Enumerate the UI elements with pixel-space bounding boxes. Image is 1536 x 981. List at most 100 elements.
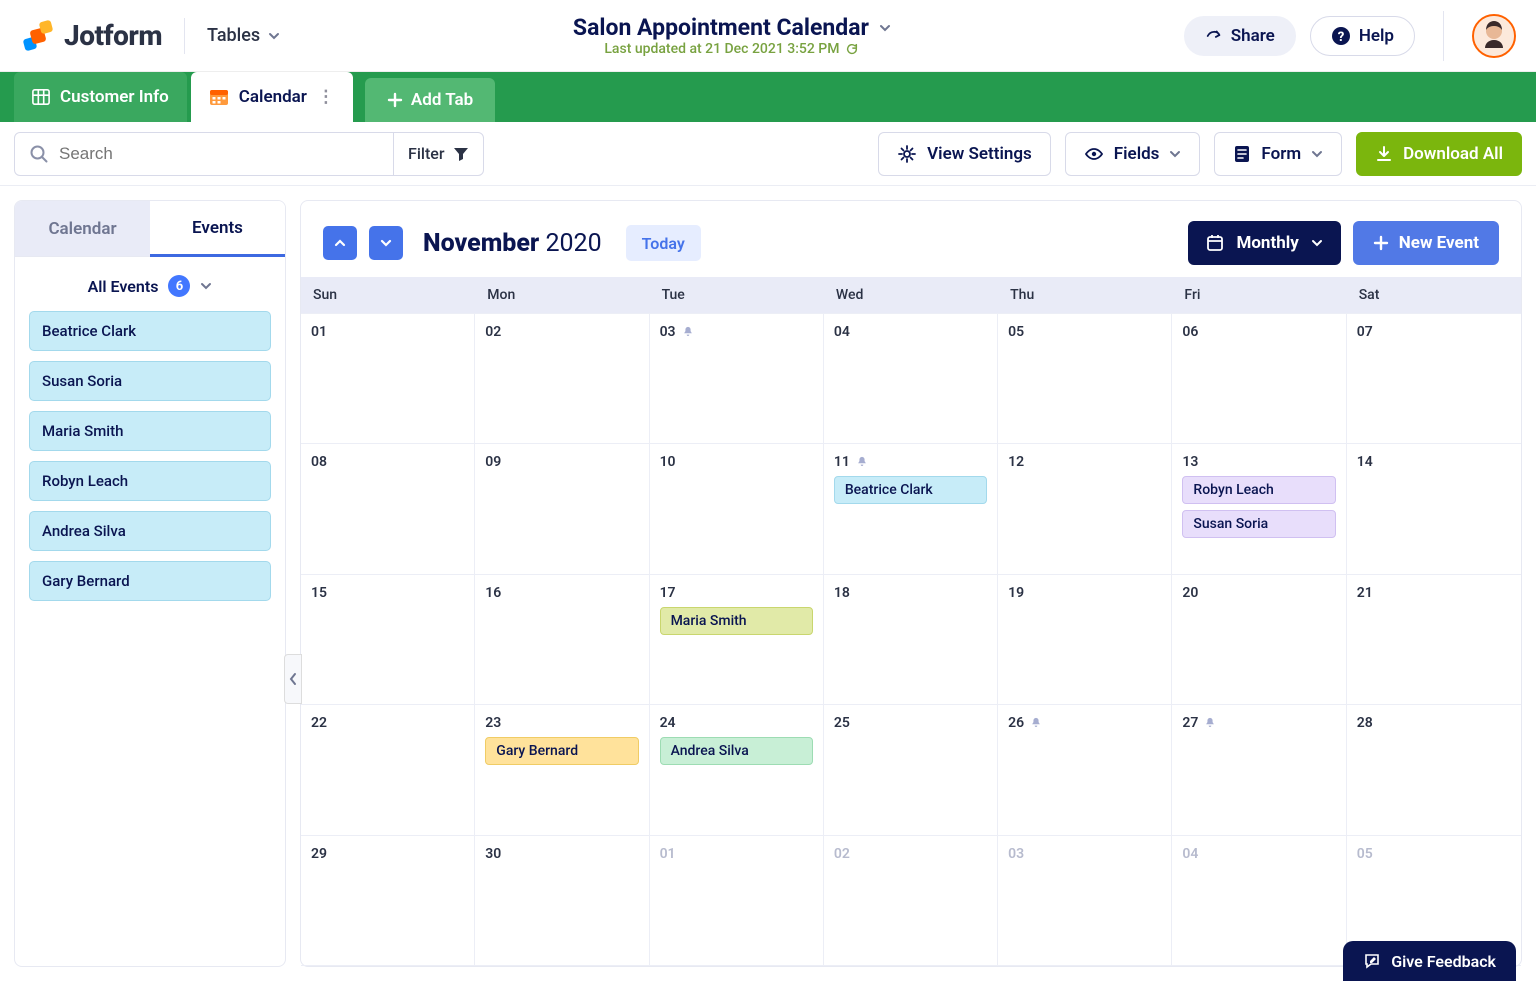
dow-cell: Tue: [650, 277, 824, 313]
calendar-event[interactable]: Susan Soria: [1182, 510, 1335, 538]
day-of-week-header: SunMonTueWedThuFriSat: [301, 277, 1521, 313]
filter-button[interactable]: Filter: [393, 133, 483, 175]
calendar-day[interactable]: 19: [998, 575, 1172, 705]
day-number: 14: [1357, 454, 1511, 470]
calendar-day[interactable]: 29: [301, 836, 475, 966]
day-number: 16: [485, 585, 638, 601]
dow-cell: Wed: [824, 277, 998, 313]
calendar-day[interactable]: 04: [1172, 836, 1346, 966]
calendar-event[interactable]: Gary Bernard: [485, 737, 638, 765]
calendar-day[interactable]: 26: [998, 705, 1172, 835]
calendar-day[interactable]: 17 Maria Smith: [650, 575, 824, 705]
calendar-event[interactable]: Andrea Silva: [660, 737, 813, 765]
calendar-day[interactable]: 04: [824, 314, 998, 444]
plus-icon: [387, 92, 403, 108]
today-button[interactable]: Today: [626, 225, 701, 261]
calendar-day[interactable]: 22: [301, 705, 475, 835]
day-number: 19: [1008, 585, 1161, 601]
calendar-day[interactable]: 10: [650, 444, 824, 574]
all-events-toggle[interactable]: All Events 6: [29, 275, 271, 297]
page-title: Salon Appointment Calendar: [573, 14, 869, 41]
calendar-day[interactable]: 09: [475, 444, 649, 574]
event-pill[interactable]: Susan Soria: [29, 361, 271, 401]
form-button[interactable]: Form: [1214, 132, 1342, 176]
calendar-day[interactable]: 01: [650, 836, 824, 966]
chevron-down-icon: [268, 30, 280, 42]
new-event-button[interactable]: New Event: [1353, 221, 1499, 265]
calendar-day[interactable]: 02: [475, 314, 649, 444]
calendar-day[interactable]: 23Gary Bernard: [475, 705, 649, 835]
svg-text:?: ?: [1338, 30, 1345, 45]
calendar-day[interactable]: 14: [1347, 444, 1521, 574]
sidebar-card: Calendar Events All Events 6 Beatrice Cl…: [14, 200, 286, 967]
divider: [1443, 11, 1444, 61]
sidebar-tab-events[interactable]: Events: [150, 201, 285, 257]
kebab-icon[interactable]: ⋮: [317, 87, 335, 107]
tables-dropdown[interactable]: Tables: [207, 25, 280, 46]
calendar-day[interactable]: 27: [1172, 705, 1346, 835]
calendar-day[interactable]: 11 Beatrice Clark: [824, 444, 998, 574]
chevron-up-icon: [333, 236, 347, 250]
bell-icon: [682, 326, 694, 338]
calendar-day[interactable]: 03: [650, 314, 824, 444]
calendar-day[interactable]: 01: [301, 314, 475, 444]
calendar-day[interactable]: 13Robyn LeachSusan Soria: [1172, 444, 1346, 574]
calendar-day[interactable]: 07: [1347, 314, 1521, 444]
logo[interactable]: Jotform: [20, 18, 162, 54]
chevron-left-icon: [288, 672, 298, 686]
view-mode-dropdown[interactable]: Monthly: [1188, 221, 1340, 265]
event-pill[interactable]: Beatrice Clark: [29, 311, 271, 351]
calendar-day[interactable]: 05: [998, 314, 1172, 444]
avatar[interactable]: [1472, 14, 1516, 58]
share-button[interactable]: Share: [1184, 16, 1296, 56]
give-feedback-button[interactable]: Give Feedback: [1343, 941, 1516, 981]
prev-month-button[interactable]: [323, 226, 357, 260]
event-pill[interactable]: Andrea Silva: [29, 511, 271, 551]
calendar-event[interactable]: Robyn Leach: [1182, 476, 1335, 504]
view-settings-button[interactable]: View Settings: [878, 132, 1051, 176]
calendar-day[interactable]: 24Andrea Silva: [650, 705, 824, 835]
next-month-button[interactable]: [369, 226, 403, 260]
calendar-day[interactable]: 06: [1172, 314, 1346, 444]
bell-icon: [856, 456, 868, 468]
gear-icon: [897, 144, 917, 164]
calendar-day[interactable]: 30: [475, 836, 649, 966]
event-pill[interactable]: Robyn Leach: [29, 461, 271, 501]
calendar-day[interactable]: 28: [1347, 705, 1521, 835]
dow-cell: Sat: [1347, 277, 1521, 313]
calendar-day[interactable]: 16: [475, 575, 649, 705]
calendar-day[interactable]: 02: [824, 836, 998, 966]
calendar-event[interactable]: Maria Smith: [660, 607, 813, 635]
collapse-sidebar-button[interactable]: [284, 654, 302, 704]
event-pill[interactable]: Maria Smith: [29, 411, 271, 451]
bell-icon: [1030, 717, 1042, 729]
event-pill[interactable]: Gary Bernard: [29, 561, 271, 601]
day-number: 27: [1182, 715, 1335, 731]
calendar-day[interactable]: 03: [998, 836, 1172, 966]
search-box[interactable]: [15, 133, 393, 175]
day-number: 04: [1182, 846, 1335, 862]
month-title: November 2020: [423, 229, 602, 258]
dow-cell: Fri: [1172, 277, 1346, 313]
add-tab-button[interactable]: Add Tab: [365, 78, 495, 122]
help-button[interactable]: ? Help: [1310, 16, 1415, 56]
calendar-day[interactable]: 08: [301, 444, 475, 574]
tab-calendar[interactable]: Calendar ⋮: [191, 72, 353, 122]
content: November 2020 Today Monthly New Event Su…: [300, 186, 1536, 981]
fields-button[interactable]: Fields: [1065, 132, 1201, 176]
calendar-day[interactable]: 18: [824, 575, 998, 705]
search-input[interactable]: [59, 144, 379, 164]
tab-customer-info[interactable]: Customer Info: [14, 72, 187, 122]
day-number: 11: [834, 454, 987, 470]
calendar-event[interactable]: Beatrice Clark: [834, 476, 987, 504]
calendar-day[interactable]: 15: [301, 575, 475, 705]
sidebar-tab-calendar[interactable]: Calendar: [15, 201, 150, 257]
calendar-day[interactable]: 20: [1172, 575, 1346, 705]
chevron-down-icon[interactable]: [879, 22, 891, 34]
day-number: 17: [660, 585, 813, 601]
calendar-day[interactable]: 21: [1347, 575, 1521, 705]
download-all-button[interactable]: Download All: [1356, 132, 1522, 176]
calendar-day[interactable]: 12: [998, 444, 1172, 574]
calendar-day[interactable]: 25: [824, 705, 998, 835]
day-number: 20: [1182, 585, 1335, 601]
